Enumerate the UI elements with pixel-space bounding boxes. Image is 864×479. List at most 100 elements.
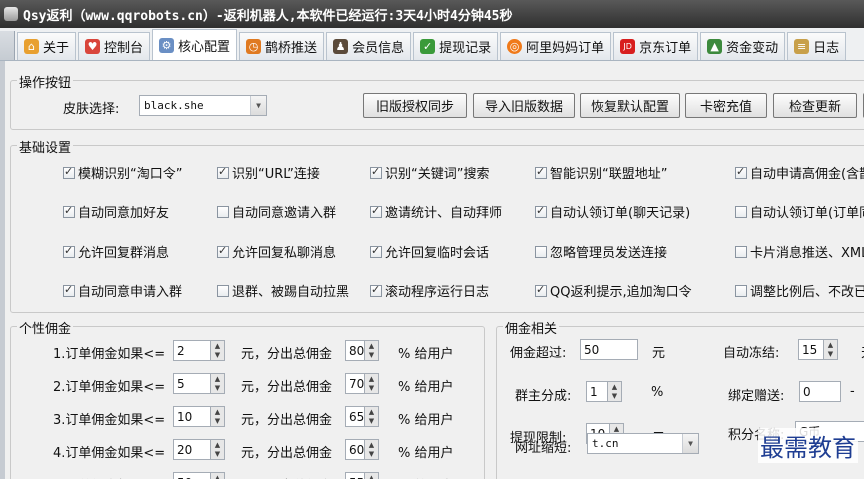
spinner-arrows-icon[interactable]: ▲▼ [211,406,225,427]
owner-share-stepper[interactable]: 1 ▲ ▼ [586,381,622,402]
amount-stepper[interactable]: 50▲▼ [173,472,225,479]
tab-console[interactable]: ♥ 控制台 [78,32,151,60]
checkbox-box[interactable] [735,245,747,258]
checkbox-box[interactable] [217,284,229,297]
checkbox-box[interactable] [217,165,229,179]
checkbox-box[interactable] [370,283,382,297]
basic-setting-checkbox[interactable]: 自动申请高佣金(含鹊 [735,163,864,182]
checkbox-box[interactable] [535,204,547,218]
share-value[interactable]: 60 [345,439,365,460]
share-stepper[interactable]: 65 ▲ ▼ [345,406,379,427]
exceed-input[interactable]: 50 [580,339,638,360]
amount-stepper[interactable]: 5 ▲ ▼ [173,373,225,394]
amount-value[interactable]: 50 [173,472,211,479]
checkbox-box[interactable] [370,244,382,258]
checkbox-label: 卡片消息推送、XML格 [750,246,864,261]
tab-magpie-push[interactable]: ◷ 鹊桥推送 [239,32,325,60]
amount-stepper[interactable]: 2 ▲ ▼ [173,340,225,361]
gift-input[interactable]: 0 [799,381,841,402]
checkbox-box[interactable] [217,205,229,218]
spinner-arrows-icon[interactable]: ▲▼ [608,381,622,402]
basic-setting-checkbox[interactable]: 邀请统计、自动拜师 [370,202,502,221]
checkbox-box[interactable] [535,165,547,179]
alimama-icon: ◎ [507,39,523,54]
spinner-arrows-icon[interactable]: ▲▼ [365,439,379,460]
share-stepper[interactable]: 60 ▲ ▼ [345,439,379,460]
checkbox-box[interactable] [535,245,547,258]
share-value[interactable]: 80 [345,340,365,361]
share-stepper[interactable]: 80 ▲ ▼ [345,340,379,361]
basic-setting-checkbox[interactable]: 允许回复临时会话 [370,242,489,261]
basic-setting-checkbox[interactable]: 滚动程序运行日志 [370,281,489,300]
basic-setting-checkbox[interactable]: 调整比例后、不改已 [735,281,864,300]
sync-old-auth-button[interactable]: 旧版授权同步 [363,93,467,118]
tab-jd-orders[interactable]: JD 京东订单 [613,32,699,60]
checkbox-box[interactable] [63,204,75,218]
short-url-select[interactable]: t.cn ▼ [587,433,699,454]
spinner-arrows-icon[interactable]: ▲▼ [211,472,225,479]
freeze-stepper[interactable]: 15 ▲ ▼ [798,339,838,360]
restore-defaults-button[interactable]: 恢复默认配置 [580,93,680,118]
basic-setting-checkbox[interactable]: 自动同意加好友 [63,202,169,221]
basic-setting-checkbox[interactable]: 忽略管理员发送连接 [535,242,667,261]
basic-setting-checkbox[interactable]: 卡片消息推送、XML格 [735,242,864,261]
share-value[interactable]: 65 [345,406,365,427]
share-stepper[interactable]: 70 ▲ ▼ [345,373,379,394]
basic-setting-checkbox[interactable]: QQ返利提示,追加淘口令 [535,281,692,300]
tab-withdraw-records[interactable]: ✓ 提现记录 [413,32,499,60]
amount-value[interactable]: 5 [173,373,211,394]
share-value[interactable]: 55 [345,472,365,479]
basic-setting-checkbox[interactable]: 自动同意申请入群 [63,281,182,300]
tab-about[interactable]: ⌂ 关于 [17,32,77,60]
basic-setting-checkbox[interactable]: 模糊识别“淘口令” [63,163,182,182]
check-update-button[interactable]: 检查更新 [773,93,857,118]
share-stepper[interactable]: 55▲▼ [345,472,379,479]
spinner-arrows-icon[interactable]: ▲▼ [211,340,225,361]
spinner-arrows-icon[interactable]: ▲▼ [824,339,838,360]
checkbox-box[interactable] [63,165,75,179]
basic-setting-checkbox[interactable]: 识别“URL”连接 [217,163,320,182]
amount-stepper[interactable]: 20 ▲ ▼ [173,439,225,460]
checkbox-box[interactable] [370,165,382,179]
checkbox-box[interactable] [735,284,747,297]
checkbox-box[interactable] [535,283,547,297]
spinner-arrows-icon[interactable]: ▲▼ [211,373,225,394]
tab-logs[interactable]: ≡ 日志 [787,32,847,60]
share-value[interactable]: 70 [345,373,365,394]
checkbox-box[interactable] [735,205,747,218]
checkbox-box[interactable] [63,283,75,297]
amount-value[interactable]: 2 [173,340,211,361]
basic-setting-checkbox[interactable]: 自动认领订单(聊天记录) [535,202,690,221]
checkbox-box[interactable] [370,204,382,218]
chevron-down-icon[interactable]: ▼ [682,434,698,453]
amount-value[interactable]: 10 [173,406,211,427]
chevron-down-icon[interactable]: ▼ [250,96,266,115]
card-recharge-button[interactable]: 卡密充值 [685,93,767,118]
skin-select[interactable]: black.she ▼ [139,95,267,116]
freeze-value[interactable]: 15 [798,339,824,360]
spinner-arrows-icon[interactable]: ▲▼ [365,472,379,479]
tab-label: 日志 [813,41,840,56]
basic-setting-checkbox[interactable]: 自动同意邀请入群 [217,202,336,221]
tab-alimama-orders[interactable]: ◎ 阿里妈妈订单 [500,32,612,60]
owner-share-value[interactable]: 1 [586,381,608,402]
basic-setting-checkbox[interactable]: 退群、被踢自动拉黑 [217,281,349,300]
basic-setting-checkbox[interactable]: 识别“关键词”搜索 [370,163,489,182]
basic-setting-checkbox[interactable]: 允许回复群消息 [63,242,169,261]
checkbox-box[interactable] [735,165,747,179]
tab-member-info[interactable]: ♟ 会员信息 [326,32,412,60]
import-old-data-button[interactable]: 导入旧版数据 [473,93,575,118]
spinner-arrows-icon[interactable]: ▲▼ [365,406,379,427]
checkbox-box[interactable] [63,244,75,258]
basic-setting-checkbox[interactable]: 智能识别“联盟地址” [535,163,667,182]
basic-setting-checkbox[interactable]: 自动认领订单(订单同 [735,202,864,221]
basic-setting-checkbox[interactable]: 允许回复私聊消息 [217,242,336,261]
tab-core-config[interactable]: ⚙ 核心配置 [152,29,238,60]
amount-value[interactable]: 20 [173,439,211,460]
spinner-arrows-icon[interactable]: ▲▼ [365,340,379,361]
tab-fund-changes[interactable]: ▲ 资金变动 [700,32,786,60]
spinner-arrows-icon[interactable]: ▲▼ [211,439,225,460]
amount-stepper[interactable]: 10 ▲ ▼ [173,406,225,427]
spinner-arrows-icon[interactable]: ▲▼ [365,373,379,394]
checkbox-box[interactable] [217,244,229,258]
